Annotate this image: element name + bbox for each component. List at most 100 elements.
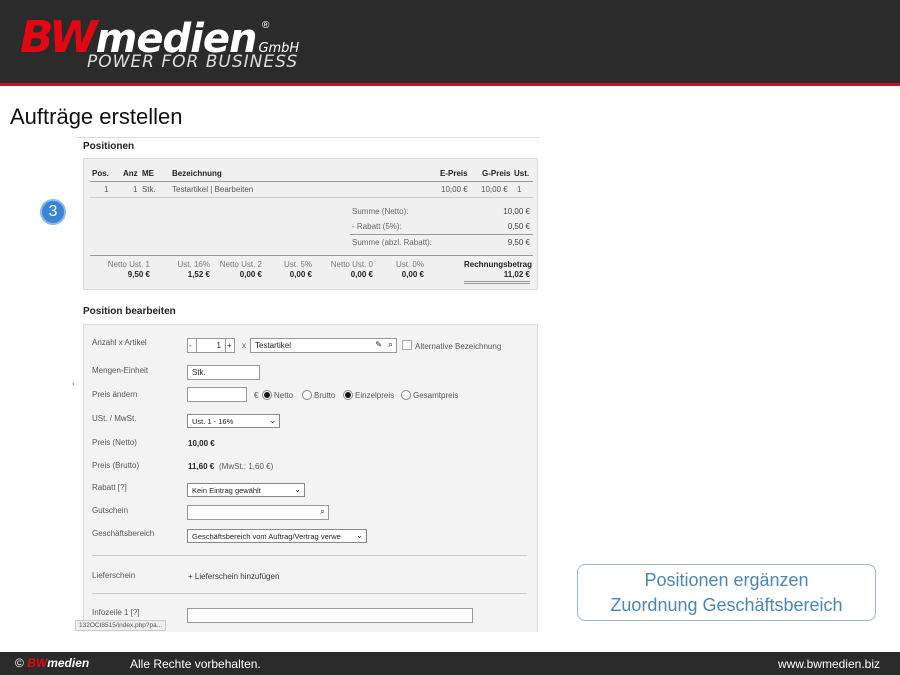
ust-select-value: Ust. 1 - 16% [192, 417, 234, 426]
alt-bezeichnung-checkbox[interactable] [402, 340, 412, 350]
tax-value-4: 0,00 € [289, 270, 312, 279]
row-bezeichnung-link[interactable]: Testartikel | Bearbeiten [172, 185, 253, 194]
callout-box: Positionen ergänzen Zuordnung Geschäftsb… [577, 564, 876, 621]
col-anz: Anz [123, 169, 138, 178]
gutschein-label: Gutschein [92, 506, 129, 515]
artikel-input[interactable]: Testartikel ✎ ⌕ [250, 338, 397, 353]
rabatt-select-value: Kein Eintrag gewählt [192, 486, 261, 495]
radio-gesamtpreis-label: Gesamtpreis [413, 391, 459, 400]
qty-plus-button[interactable]: + [225, 338, 235, 353]
col-me: ME [142, 169, 154, 178]
sum-netto-label: Summe (Netto): [352, 207, 409, 216]
search-icon[interactable]: ⌕ [388, 339, 393, 350]
col-bezeichnung: Bezeichnung [172, 169, 222, 178]
form-divider-2 [92, 593, 527, 594]
edit-title: Position bearbeiten [83, 306, 176, 317]
radio-netto[interactable] [262, 390, 272, 400]
sum-total-value: 9,50 € [507, 238, 530, 247]
gb-label: Geschäftsbereich [92, 529, 155, 538]
sums-divider [90, 255, 533, 256]
total-label: Rechnungsbetrag [464, 260, 533, 269]
row-pos: 1 [104, 185, 109, 194]
callout-line-1: Positionen ergänzen [644, 570, 809, 590]
positions-table: Pos. Anz ME Bezeichnung E-Preis G-Preis … [83, 158, 538, 290]
tax-label-6: Ust. 0% [395, 260, 424, 269]
footer-rights: Alle Rechte vorbehalten. [130, 657, 261, 671]
radio-netto-label: Netto [274, 391, 294, 400]
gb-select-value: Geschäftsbereich vom Auftrag/Vertrag ver… [192, 532, 341, 541]
radio-einzelpreis-label: Einzelpreis [355, 391, 395, 400]
tax-value-2: 1,52 € [187, 270, 210, 279]
einheit-input[interactable]: Stk. [187, 365, 260, 380]
copyright-sign: © [15, 656, 24, 670]
step-badge: 3 [40, 199, 66, 225]
gutschein-input[interactable]: ⌕ [187, 505, 329, 520]
tax-value-6: 0,00 € [401, 270, 424, 279]
row-ust: 1 [517, 185, 522, 194]
row-epreis: 10,00 € [441, 185, 468, 194]
preis-label: Preis ändern [92, 390, 138, 399]
tax-label-1: Netto Ust. 1 [107, 260, 150, 269]
rabatt-label: Rabatt [?] [92, 483, 127, 492]
total-value: 11,02 € [503, 270, 530, 279]
header-bar: BWmedien GmbH ® POWER FOR BUSINESS [0, 0, 900, 86]
row-anz: 1 [133, 185, 138, 194]
radio-brutto-label: Brutto [314, 391, 336, 400]
brutto-mwst: (MwSt.: 1,60 €) [219, 462, 274, 471]
sum-netto-value: 10,00 € [503, 207, 530, 216]
footer-bar: © BWmedien Alle Rechte vorbehalten. www.… [0, 652, 900, 675]
brutto-label: Preis (Brutto) [92, 461, 140, 470]
sum-rabatt-value: 0,50 € [507, 222, 530, 231]
row-gpreis: 10,00 € [481, 185, 508, 194]
callout-line-2: Zuordnung Geschäftsbereich [610, 595, 843, 615]
gb-select[interactable]: Geschäftsbereich vom Auftrag/Vertrag ver… [187, 529, 367, 543]
info-label: Infozeile 1 [?] [92, 608, 140, 617]
row-me: Stk. [142, 185, 156, 194]
app-screenshot: Positionen Pos. Anz ME Bezeichnung E-Pre… [75, 137, 540, 632]
edit-icon[interactable]: ✎ [375, 340, 382, 349]
brutto-value: 11,60 € [188, 462, 215, 471]
search-icon[interactable]: ⌕ [320, 506, 325, 517]
radio-einzelpreis[interactable] [343, 390, 353, 400]
tax-label-2: Ust. 16% [177, 260, 210, 269]
row-divider [90, 197, 533, 198]
sum-total-label: Summe (abzl. Rabatt): [352, 238, 433, 247]
lieferschein-add-link[interactable]: + Lieferschein hinzufügen [188, 572, 279, 581]
tax-value-1: 9,50 € [127, 270, 150, 279]
chevron-down-icon: ⌄ [269, 416, 276, 425]
einheit-label: Mengen-Einheit [92, 366, 149, 375]
alt-bezeichnung-label: Alternative Bezeichnung [415, 342, 502, 351]
col-pos: Pos. [92, 169, 109, 178]
qty-input[interactable]: 1 [196, 338, 226, 353]
ust-label: USt. / MwSt. [92, 414, 137, 423]
header-divider [90, 181, 533, 182]
logo-registered: ® [262, 20, 270, 31]
tagline: POWER FOR BUSINESS [87, 52, 299, 72]
currency-sign: € [254, 391, 259, 400]
sum-rabatt-label: - Rabatt (5%): [352, 222, 402, 231]
times-sign: x [242, 341, 246, 350]
artikel-value: Testartikel [255, 341, 292, 350]
collapse-arrow-icon[interactable]: ‹ [72, 379, 75, 388]
tax-label-4: Ust. 5% [283, 260, 312, 269]
radio-brutto[interactable] [302, 390, 312, 400]
radio-gesamtpreis[interactable] [401, 390, 411, 400]
total-underline-2 [464, 283, 530, 284]
page-title: Aufträge erstellen [10, 104, 183, 129]
netto-value: 10,00 € [188, 439, 215, 448]
anzahl-label: Anzahl x Artikel [92, 338, 147, 347]
chevron-down-icon: ⌄ [294, 485, 301, 494]
netto-label: Preis (Netto) [92, 438, 137, 447]
col-gpreis: G-Preis [482, 169, 511, 178]
edit-form: Anzahl x Artikel - 1 + x Testartikel ✎ ⌕… [83, 324, 538, 632]
info-input[interactable] [187, 608, 473, 623]
positions-title: Positionen [83, 141, 135, 152]
footer-website: www.bwmedien.biz [777, 657, 880, 671]
preis-input[interactable] [187, 387, 247, 402]
total-underline [464, 281, 530, 282]
ust-select[interactable]: Ust. 1 - 16% ⌄ [187, 414, 280, 428]
col-epreis: E-Preis [440, 169, 468, 178]
rabatt-select[interactable]: Kein Eintrag gewählt ⌄ [187, 483, 305, 497]
status-bar-url: 132OCI8515/index.php?pa... [75, 620, 167, 631]
footer-logo: © BWmedien [15, 656, 89, 670]
